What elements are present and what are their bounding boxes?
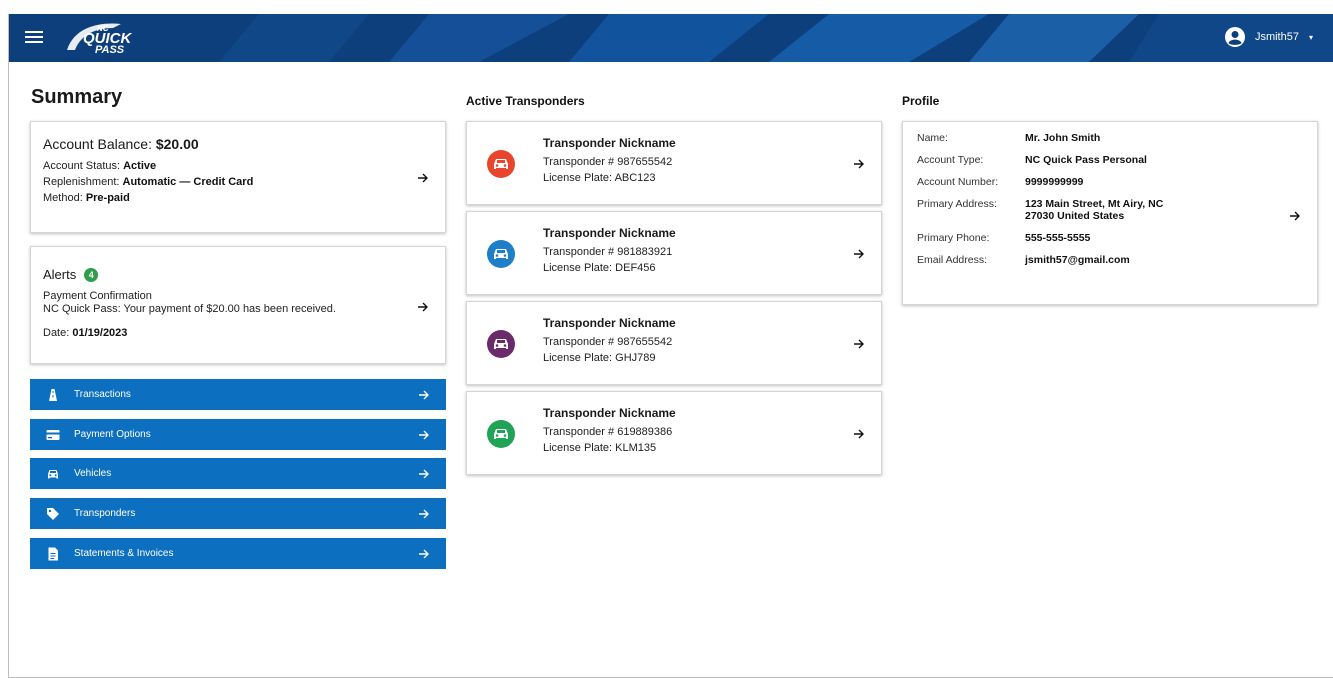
document-icon — [48, 547, 58, 560]
chevron-down-icon: ▾ — [1308, 32, 1313, 42]
nav-label: Transactions — [74, 389, 131, 400]
arrow-right-icon — [418, 173, 428, 183]
alert-message: NC Quick Pass: Your payment of $20.00 ha… — [43, 303, 336, 315]
transponder-card[interactable]: Transponder Nickname Transponder # 61988… — [466, 391, 882, 475]
header-background — [219, 14, 1333, 62]
arrow-right-icon — [1290, 211, 1300, 221]
arrow-right-icon — [854, 339, 864, 349]
nav-transactions-button[interactable]: Transactions — [30, 379, 446, 410]
profile-account-type-row: Account Type: NC Quick Pass Personal — [917, 154, 1147, 166]
car-icon — [48, 469, 58, 478]
user-avatar-icon — [1224, 27, 1245, 47]
alerts-card[interactable]: Alerts 4 Payment Confirmation NC Quick P… — [30, 246, 446, 364]
nav-vehicles-button[interactable]: Vehicles — [30, 458, 446, 489]
alerts-count-badge: 4 — [84, 267, 99, 282]
arrow-right-icon — [419, 430, 429, 440]
arrow-right-icon — [854, 249, 864, 259]
car-icon — [487, 150, 515, 178]
nav-label: Payment Options — [74, 429, 151, 440]
car-icon — [487, 330, 515, 358]
transponder-nickname: Transponder Nickname — [543, 136, 676, 150]
transponder-nickname: Transponder Nickname — [543, 226, 676, 240]
transponder-nickname: Transponder Nickname — [543, 406, 676, 420]
car-icon — [487, 420, 515, 448]
road-icon — [49, 388, 57, 401]
nav-statements-invoices-button[interactable]: Statements & Invoices — [30, 538, 446, 569]
page-title: Summary — [31, 86, 123, 108]
active-transponders-title: Active Transponders — [466, 94, 585, 108]
nav-transponders-button[interactable]: Transponders — [30, 498, 446, 529]
username-label: Jsmith57 — [1254, 31, 1299, 43]
profile-card[interactable]: Name: Mr. John Smith Account Type: NC Qu… — [902, 121, 1318, 305]
arrow-right-icon — [419, 390, 429, 400]
nav-payment-options-button[interactable]: Payment Options — [30, 419, 446, 450]
tag-icon — [47, 507, 59, 520]
nav-label: Statements & Invoices — [74, 548, 174, 559]
transponder-number: Transponder # 619889386 — [543, 426, 673, 438]
profile-address-row: Primary Address: 123 Main Street, Mt Air… — [917, 198, 1164, 222]
account-method: Method: Pre-paid — [43, 192, 130, 204]
transponder-number: Transponder # 987655542 — [543, 336, 673, 348]
profile-account-number-row: Account Number: 9999999999 — [917, 176, 1084, 188]
app-frame: NC QUICK PASS Jsmith57 ▾ Summary Account… — [8, 14, 1333, 678]
license-plate: License Plate: KLM135 — [543, 442, 657, 454]
profile-email-row: Email Address: jsmith57@gmail.com — [917, 254, 1130, 266]
license-plate: License Plate: ABC123 — [543, 172, 656, 184]
transponder-number: Transponder # 981883921 — [543, 246, 673, 258]
arrow-right-icon — [854, 429, 864, 439]
transponder-number: Transponder # 987655542 — [543, 156, 673, 168]
credit-card-icon — [46, 429, 60, 440]
profile-title: Profile — [902, 94, 940, 108]
alert-date: Date: 01/19/2023 — [43, 327, 128, 339]
account-replenishment: Replenishment: Automatic — Credit Card — [43, 176, 254, 188]
alert-title: Payment Confirmation — [43, 290, 152, 302]
arrow-right-icon — [419, 509, 429, 519]
profile-name-row: Name: Mr. John Smith — [917, 132, 1101, 144]
nav-label: Transponders — [74, 508, 136, 519]
alerts-heading: Alerts 4 — [43, 267, 336, 282]
arrow-right-icon — [419, 469, 429, 479]
nav-label: Vehicles — [74, 468, 112, 479]
user-menu[interactable]: Jsmith57 ▾ — [1224, 27, 1313, 47]
car-icon — [487, 240, 515, 268]
transponder-card[interactable]: Transponder Nickname Transponder # 98765… — [466, 301, 882, 385]
svg-text:PASS: PASS — [95, 44, 125, 56]
profile-phone-row: Primary Phone: 555-555-5555 — [917, 232, 1091, 244]
arrow-right-icon — [854, 159, 864, 169]
license-plate: License Plate: DEF456 — [543, 262, 656, 274]
account-balance: Account Balance: $20.00 — [43, 136, 199, 152]
account-summary-card[interactable]: Account Balance: $20.00 Account Status: … — [30, 121, 446, 233]
transponder-card[interactable]: Transponder Nickname Transponder # 98765… — [466, 121, 882, 205]
transponder-card[interactable]: Transponder Nickname Transponder # 98188… — [466, 211, 882, 295]
nc-quick-pass-logo[interactable]: NC QUICK PASS — [61, 20, 171, 56]
hamburger-menu-icon[interactable] — [25, 28, 43, 46]
license-plate: License Plate: GHJ789 — [543, 352, 656, 364]
transponder-nickname: Transponder Nickname — [543, 316, 676, 330]
arrow-right-icon — [419, 549, 429, 559]
top-header: NC QUICK PASS Jsmith57 ▾ — [9, 14, 1333, 62]
arrow-right-icon — [418, 302, 428, 312]
account-status: Account Status: Active — [43, 160, 157, 172]
